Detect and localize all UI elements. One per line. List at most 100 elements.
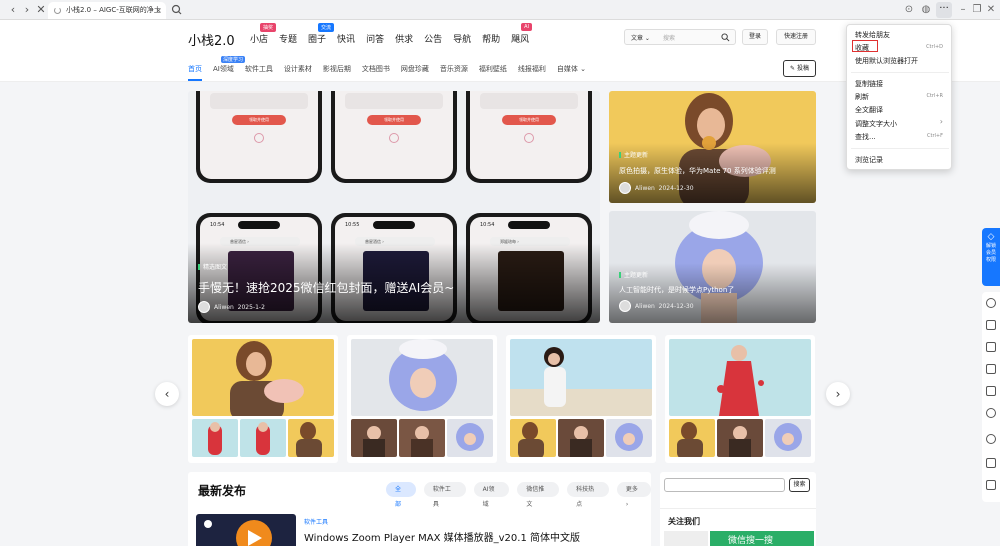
category-nav-item[interactable]: 线报福利: [518, 64, 546, 74]
card-category: 主题更新: [619, 150, 648, 159]
login-button[interactable]: 登录: [742, 29, 768, 45]
hero-title[interactable]: 手慢无！速抢2025微信红包封面，赠送AI会员~: [198, 279, 454, 296]
headset-icon[interactable]: [986, 434, 996, 444]
browser-tab[interactable]: 小栈2.0 – AIGC-互联网的净土 ×: [48, 2, 166, 19]
sidebar-search-button[interactable]: 搜索: [789, 478, 810, 492]
category-nav-item[interactable]: 文档图书: [362, 64, 390, 74]
category-nav-item[interactable]: 自媒体 ⌄: [557, 64, 586, 74]
vip-unlock-button[interactable]: ◇ 解锁 会员 权限: [982, 228, 1000, 286]
category-nav-label: 设计素材: [283, 65, 312, 73]
menu-item-copy-link[interactable]: 复制链接: [855, 79, 883, 89]
card-title[interactable]: 原色拍摄，原生体验，华为Mate 70 系列体验评测: [619, 166, 776, 176]
forward-icon[interactable]: ›: [20, 3, 34, 17]
carousel-prev-button[interactable]: ‹: [155, 382, 179, 406]
nav-item-label: 专题: [279, 35, 298, 45]
restore-icon[interactable]: ❐: [970, 3, 984, 17]
search-input[interactable]: 搜索: [663, 33, 675, 42]
user-icon[interactable]: [986, 298, 996, 308]
category-nav-label: 首页: [188, 65, 202, 73]
category-nav-item[interactable]: 软件工具: [245, 64, 273, 74]
card-icon[interactable]: [986, 342, 996, 352]
latest-posts: 最新发布 全部 软件工具 AI领域 微信推文 科技热点 更多 › 软件工具 Windows…: [188, 472, 652, 546]
bell-icon[interactable]: [986, 480, 996, 490]
search-icon[interactable]: [170, 3, 184, 17]
menu-item-refresh[interactable]: 刷新: [855, 92, 869, 102]
section-title: 最新发布: [198, 484, 247, 498]
qr-icon[interactable]: [986, 458, 996, 468]
window-close-icon[interactable]: ✕: [984, 3, 998, 17]
cart-icon[interactable]: [986, 320, 996, 330]
nav-item[interactable]: 问答: [366, 32, 384, 45]
search-category-select[interactable]: 文章 ⌄: [631, 33, 650, 42]
nav-item[interactable]: 飓风 AI: [511, 23, 533, 45]
nav-item[interactable]: 小店 抽奖: [250, 23, 277, 45]
post-title[interactable]: Windows Zoom Player MAX 媒体播放器_v20.1 简体中文…: [304, 529, 580, 544]
latest-tab[interactable]: 全部: [386, 482, 416, 508]
hero-card[interactable]: 主题更新 原色拍摄，原生体验，华为Mate 70 系列体验评测 Aliwen 2…: [609, 91, 816, 203]
wechat-search-banner[interactable]: 微信搜一搜: [710, 531, 814, 546]
gallery-card[interactable]: [188, 335, 338, 463]
mail-icon[interactable]: [986, 386, 996, 396]
menu-item-history[interactable]: 浏览记录: [855, 155, 883, 165]
gallery-card[interactable]: [347, 335, 497, 463]
close-page-icon[interactable]: ✕: [34, 3, 48, 17]
latest-tab[interactable]: AI领域: [473, 482, 510, 508]
gallery-card[interactable]: [506, 335, 656, 463]
back-icon[interactable]: ‹: [6, 3, 20, 17]
nav-item[interactable]: 快讯: [337, 32, 355, 45]
download-icon[interactable]: ⊙: [902, 3, 916, 17]
menu-item-open-default[interactable]: 使用默认浏览器打开: [855, 56, 918, 66]
category-nav-item[interactable]: 音乐资源: [440, 64, 468, 74]
follow-title: 关注我们: [668, 517, 700, 526]
diamond-icon: ◇: [987, 232, 995, 242]
search-icon[interactable]: [721, 33, 730, 42]
shortcut-refresh: Ctrl+R: [926, 93, 943, 99]
category-nav-item[interactable]: 影视后期: [323, 64, 351, 74]
nav-item-label: 帮助: [482, 35, 501, 45]
hero-main-banner[interactable]: 领取并使用 领取并使用 领取并使用 10:54 普星酒信 › 10:55 普星酒…: [188, 91, 600, 323]
search-icon[interactable]: [986, 408, 996, 418]
latest-tab[interactable]: 软件工具: [423, 482, 466, 508]
post-category[interactable]: 软件工具: [304, 517, 328, 526]
tab-title: 小栈2.0 – AIGC-互联网的净土: [66, 6, 161, 14]
category-nav: 首页 AI领域 深度学习 软件工具 设计素材 影视后期 文档图书 网盘珍藏 音乐资源 福利壁纸 线报…: [188, 56, 597, 81]
menu-item-find[interactable]: 查找...: [855, 132, 876, 142]
latest-tab[interactable]: 更多 ›: [616, 482, 652, 508]
nav-item[interactable]: 供求: [395, 32, 413, 45]
site-search[interactable]: 文章 ⌄ 搜索: [624, 29, 736, 45]
card-title[interactable]: 人工智能时代，是时候学点Python了: [619, 285, 734, 295]
hero-card[interactable]: 主题更新 人工智能时代，是时候学点Python了 Aliwen 2024-12-…: [609, 211, 816, 323]
menu-item-translate[interactable]: 全文翻译: [855, 105, 883, 115]
category-nav-item[interactable]: 网盘珍藏: [401, 64, 429, 74]
gallery-image: [351, 339, 493, 416]
nav-item[interactable]: 导航: [453, 32, 471, 45]
minimize-icon[interactable]: –: [956, 3, 970, 17]
category-nav-item[interactable]: 设计素材: [284, 64, 312, 74]
nav-item[interactable]: 圈子 交流: [308, 23, 335, 45]
nav-item[interactable]: 帮助: [482, 32, 500, 45]
gallery-card[interactable]: [665, 335, 815, 463]
category-nav-item[interactable]: 福利壁纸: [479, 64, 507, 74]
category-nav-label: 网盘珍藏: [400, 65, 429, 73]
category-nav-item[interactable]: 首页: [188, 64, 202, 81]
nav-item[interactable]: 公告: [424, 32, 442, 45]
menu-item-share[interactable]: 转发给朋友: [855, 30, 890, 40]
latest-tab[interactable]: 微信推文: [517, 482, 560, 508]
more-menu-button[interactable]: ···: [936, 2, 952, 18]
carousel-next-button[interactable]: ›: [826, 382, 850, 406]
category-nav-item[interactable]: AI领域 深度学习: [213, 56, 246, 74]
latest-tab[interactable]: 科技热点: [567, 482, 609, 508]
hero-category: 精选图文: [198, 262, 227, 271]
phone-time: 10:55: [345, 222, 360, 228]
menu-item-text-size[interactable]: 调整文字大小: [855, 119, 897, 129]
sidebar-search-input[interactable]: [664, 478, 785, 492]
tab-close-icon[interactable]: ×: [155, 2, 162, 19]
site-logo[interactable]: 小栈2.0: [188, 30, 235, 49]
category-badge: 深度学习: [221, 56, 246, 63]
globe-icon[interactable]: ◍: [919, 3, 933, 17]
post-button[interactable]: ✎ 投稿: [783, 60, 816, 77]
post-thumbnail[interactable]: [196, 514, 296, 546]
nav-item[interactable]: 专题: [279, 32, 297, 45]
register-button[interactable]: 快速注册: [776, 29, 816, 45]
calendar-icon[interactable]: [986, 364, 996, 374]
